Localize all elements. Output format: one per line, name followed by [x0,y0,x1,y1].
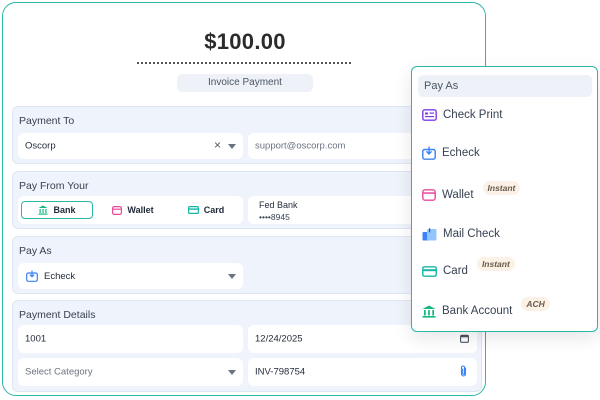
pay-from-wallet-label: Wallet [127,205,154,215]
email-placeholder: support@oscorp.com [255,140,346,152]
pay-as-option-label: Card [443,265,468,277]
check-number-field[interactable]: 1001 [18,325,243,353]
section-title-payment-details: Payment Details [19,309,96,321]
chevron-down-icon[interactable] [228,370,236,375]
pay-as-option-label: Mail Check [443,228,500,240]
chevron-down-icon[interactable] [228,274,236,279]
mail-check-icon [422,227,437,241]
pay-as-option-label: Check Print [443,109,503,121]
pay-from-wallet-button[interactable]: Wallet [98,201,168,219]
echeck-icon [422,146,436,160]
card-icon [422,265,437,277]
ach-badge: ACH [521,297,550,311]
wallet-icon [112,205,123,215]
pay-as-option-card[interactable]: Card Instant [422,257,515,282]
section-title-payment-to: Payment To [19,115,75,127]
pay-as-dropdown-header: Pay As [418,75,592,97]
pay-as-value: Echeck [44,271,76,282]
instant-badge: Instant [482,181,521,195]
payee-select[interactable]: Oscorp × [18,133,243,159]
bank-icon [422,305,436,318]
check-print-icon [422,109,437,121]
pay-as-option-check-print[interactable]: Check Print [422,104,502,126]
pay-as-option-label: Echeck [442,147,480,159]
bank-account-number: ••••8945 [259,212,290,222]
pay-from-segmented-control: Bank Wallet Card [18,196,243,224]
category-select[interactable]: Select Category [18,358,243,386]
pay-as-option-bank-account[interactable]: Bank Account ACH [422,297,550,322]
invoice-caption: Invoice Payment [177,74,313,92]
pay-from-card-button[interactable]: Card [172,201,240,219]
amount-underline [137,62,351,64]
calendar-icon[interactable] [460,334,469,343]
wallet-icon [422,189,436,201]
clear-icon[interactable]: × [214,138,221,152]
section-title-pay-as: Pay As [19,245,52,257]
category-placeholder: Select Category [25,366,93,378]
invoice-number-value: INV-798754 [255,366,306,378]
pay-as-dropdown: Pay As Check Print Echeck Wallet Instant… [411,66,598,332]
date-value: 12/24/2025 [255,333,303,345]
pay-as-option-wallet[interactable]: Wallet Instant [422,181,521,206]
bank-icon [38,205,48,215]
instant-badge: Instant [476,257,515,271]
pay-from-card-label: Card [203,205,225,215]
chevron-down-icon[interactable] [228,144,236,149]
invoice-number-field[interactable]: INV-798754 [248,358,477,386]
pay-as-option-mail-check[interactable]: Mail Check [422,223,500,245]
pay-from-bank-button[interactable]: Bank [21,201,93,219]
pay-as-option-label: Wallet [442,189,474,201]
payee-value: Oscorp [25,140,56,152]
pay-as-select[interactable]: Echeck [18,263,243,289]
paperclip-icon[interactable] [459,365,468,378]
card-icon [187,206,199,214]
check-number-value: 1001 [25,333,47,345]
bank-account-name: Fed Bank [259,200,298,210]
payment-amount: $100.00 [204,29,286,54]
pay-as-option-label: Bank Account [442,305,513,317]
pay-from-bank-label: Bank [53,205,76,215]
echeck-icon [26,270,38,282]
pay-as-option-echeck[interactable]: Echeck [422,142,480,164]
section-title-pay-from: Pay From Your [19,180,89,192]
